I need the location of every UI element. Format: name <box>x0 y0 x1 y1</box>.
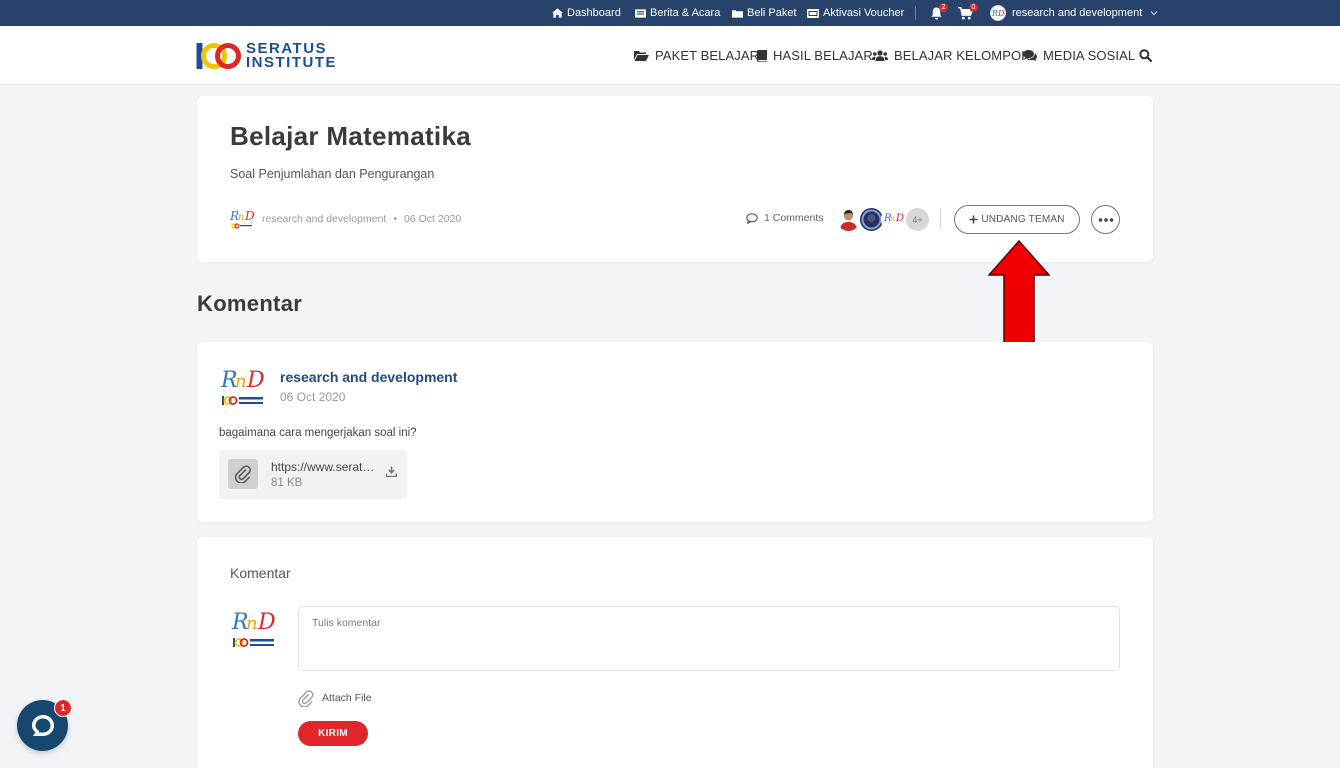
svg-text:D: D <box>257 610 276 635</box>
nav-hasil-belajar-label: HASIL BELAJAR <box>773 48 873 63</box>
meta-divider <box>940 209 941 229</box>
ellipsis-icon <box>1098 217 1113 222</box>
author-avatar: R n D <box>229 207 255 231</box>
nav-paket-belajar[interactable]: PAKET BELAJAR <box>634 26 759 85</box>
comments-count-label: 1 Comments <box>764 212 824 224</box>
nav-belajar-kelompok[interactable]: BELAJAR KELOMPOK <box>872 26 1030 85</box>
home-icon <box>552 8 563 18</box>
nav-media-sosial-label: MEDIA SOSIAL <box>1043 48 1136 63</box>
attach-file-label: Attach File <box>322 692 372 704</box>
nav-hasil-belajar[interactable]: HASIL BELAJAR <box>757 26 873 85</box>
newspaper-icon <box>635 8 646 18</box>
download-icon[interactable] <box>385 464 398 482</box>
svg-text:n: n <box>238 212 244 223</box>
post-subtitle: Soal Penjumlahan dan Pengurangan <box>230 167 435 181</box>
meta-separator: • <box>393 213 398 225</box>
post-title: Belajar Matematika <box>230 121 471 151</box>
ticket-icon <box>807 8 819 18</box>
chevron-down-icon <box>1150 11 1158 16</box>
user-name: research and development <box>1012 7 1143 19</box>
book-icon <box>757 49 767 62</box>
paperclip-icon <box>298 689 314 707</box>
user-avatar: RD <box>990 5 1006 21</box>
cart-badge: 0 <box>969 3 978 12</box>
svg-text:n: n <box>246 613 258 634</box>
logo-line2: INSTITUTE <box>246 54 337 71</box>
folder-icon <box>732 9 743 18</box>
berita-acara-label: Berita & Acara <box>650 7 721 19</box>
commenter-avatar: R n D <box>220 365 268 407</box>
aktivasi-voucher-link[interactable]: Aktivasi Voucher <box>807 0 904 26</box>
attachment-name: https://www.seratusinstitute.com/file <box>271 460 375 474</box>
post-date: 06 Oct 2020 <box>404 213 462 225</box>
attachment-item[interactable]: https://www.seratusinstitute.com/file 81… <box>219 450 407 499</box>
dashboard-label: Dashboard <box>567 7 621 19</box>
svg-text:n: n <box>890 214 895 223</box>
svg-text:R: R <box>991 9 998 18</box>
comments-section-title: Komentar <box>197 291 303 316</box>
search-icon <box>1139 49 1152 62</box>
commenter-name[interactable]: research and development <box>280 369 457 385</box>
more-options-button[interactable] <box>1091 205 1120 234</box>
logo-rings-icon <box>196 43 241 69</box>
nav-paket-belajar-label: PAKET BELAJAR <box>655 48 760 63</box>
svg-text:D: D <box>246 368 265 393</box>
comment-icon <box>746 212 758 224</box>
berita-acara-link[interactable]: Berita & Acara <box>635 0 720 26</box>
paperclip-icon <box>228 459 258 489</box>
svg-text:D: D <box>895 213 904 224</box>
svg-text:D: D <box>997 9 1005 18</box>
more-members-count: 4+ <box>904 206 931 233</box>
beli-paket-link[interactable]: Beli Paket <box>732 0 797 26</box>
comment-form-title: Komentar <box>230 565 291 581</box>
top-utility-bar: Dashboard Berita & Acara Beli Paket Akti… <box>0 0 1340 26</box>
dashboard-link[interactable]: Dashboard <box>552 0 621 26</box>
comment-input[interactable] <box>298 606 1120 671</box>
attach-file-button[interactable]: Attach File <box>298 688 372 708</box>
red-arrow-annotation <box>988 240 1050 353</box>
plus-icon <box>969 215 978 224</box>
post-author[interactable]: research and development <box>262 213 386 225</box>
post-meta: R n D research and development • 06 Oct … <box>229 207 462 231</box>
folder-open-icon <box>634 51 649 61</box>
svg-text:D: D <box>244 209 255 223</box>
attachment-size: 81 KB <box>271 477 303 489</box>
nav-media-sosial[interactable]: MEDIA SOSIAL <box>1023 26 1135 85</box>
search-button[interactable] <box>1139 26 1152 85</box>
seratus-logo[interactable]: SERATUS INSTITUTE <box>196 40 337 72</box>
invite-friend-label: UNDANG TEMAN <box>981 214 1065 225</box>
comment-text: bagaimana cara mengerjakan soal ini? <box>219 427 417 439</box>
topbar-divider <box>915 6 916 20</box>
beli-paket-label: Beli Paket <box>747 7 797 19</box>
send-comment-button[interactable]: KIRIM <box>298 721 368 746</box>
logo-text: SERATUS INSTITUTE <box>246 41 337 71</box>
main-navbar: SERATUS INSTITUTE PAKET BELAJAR HASIL BE… <box>0 26 1340 85</box>
users-icon <box>872 50 888 61</box>
nav-belajar-kelompok-label: BELAJAR KELOMPOK <box>894 48 1030 63</box>
chat-bubble-icon <box>31 714 54 736</box>
comments-icon <box>1023 50 1037 61</box>
svg-text:n: n <box>235 371 247 392</box>
chat-unread-badge: 1 <box>54 699 72 717</box>
notifications-badge: 2 <box>939 3 948 12</box>
invite-friend-button[interactable]: UNDANG TEMAN <box>954 205 1080 234</box>
comments-count-link[interactable]: 1 Comments <box>746 212 824 224</box>
comment-date: 06 Oct 2020 <box>280 390 346 404</box>
user-menu[interactable]: RD research and development <box>990 0 1158 26</box>
current-user-avatar: R n D <box>231 607 279 649</box>
aktivasi-voucher-label: Aktivasi Voucher <box>823 7 905 19</box>
